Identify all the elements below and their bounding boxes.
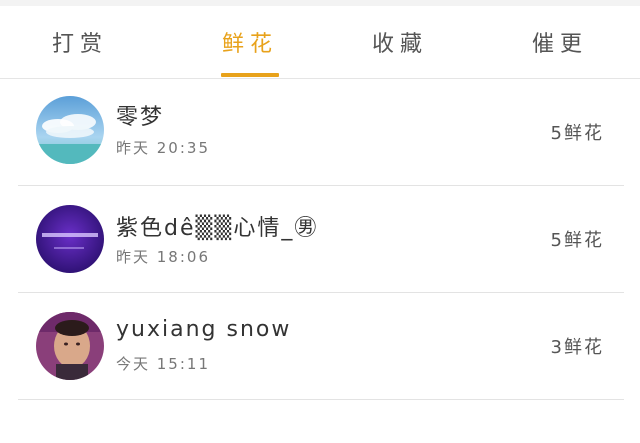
tab-reward[interactable]: 打赏 bbox=[0, 6, 160, 78]
gift-time: 昨天 20:35 bbox=[116, 139, 210, 157]
tab-urge-update[interactable]: 催更 bbox=[480, 6, 640, 78]
gift-amount: 3鲜花 bbox=[550, 337, 604, 358]
gift-time: 昨天 18:06 bbox=[116, 248, 210, 266]
portrait-avatar-icon[interactable] bbox=[36, 312, 104, 380]
list-item[interactable]: yuxiang snow 今天 15:11 3鲜花 bbox=[18, 293, 624, 400]
tab-flowers[interactable]: 鲜花 bbox=[170, 6, 330, 78]
tab-bar: 打赏 鲜花 收藏 催更 bbox=[0, 6, 640, 79]
active-tab-indicator bbox=[221, 73, 279, 77]
purple-avatar-icon[interactable] bbox=[36, 205, 104, 273]
gift-amount: 5鲜花 bbox=[550, 123, 604, 144]
sender-name: yuxiang snow bbox=[116, 317, 292, 342]
sky-clouds-avatar-icon[interactable] bbox=[36, 96, 104, 164]
gift-time: 今天 15:11 bbox=[116, 355, 210, 373]
sender-name: 零梦 bbox=[116, 105, 165, 130]
list-item[interactable]: 紫色dê▒▒心情_㊚ 昨天 18:06 5鲜花 bbox=[18, 186, 624, 293]
list-item[interactable]: 零梦 昨天 20:35 5鲜花 bbox=[18, 79, 624, 186]
tab-favorites[interactable]: 收藏 bbox=[320, 6, 480, 78]
sender-name: 紫色dê▒▒心情_㊚ bbox=[116, 216, 319, 241]
flower-record-list: 零梦 昨天 20:35 5鲜花 紫色dê▒▒心情_㊚ 昨天 18:06 5鲜花 bbox=[18, 79, 624, 400]
gift-amount: 5鲜花 bbox=[550, 230, 604, 251]
